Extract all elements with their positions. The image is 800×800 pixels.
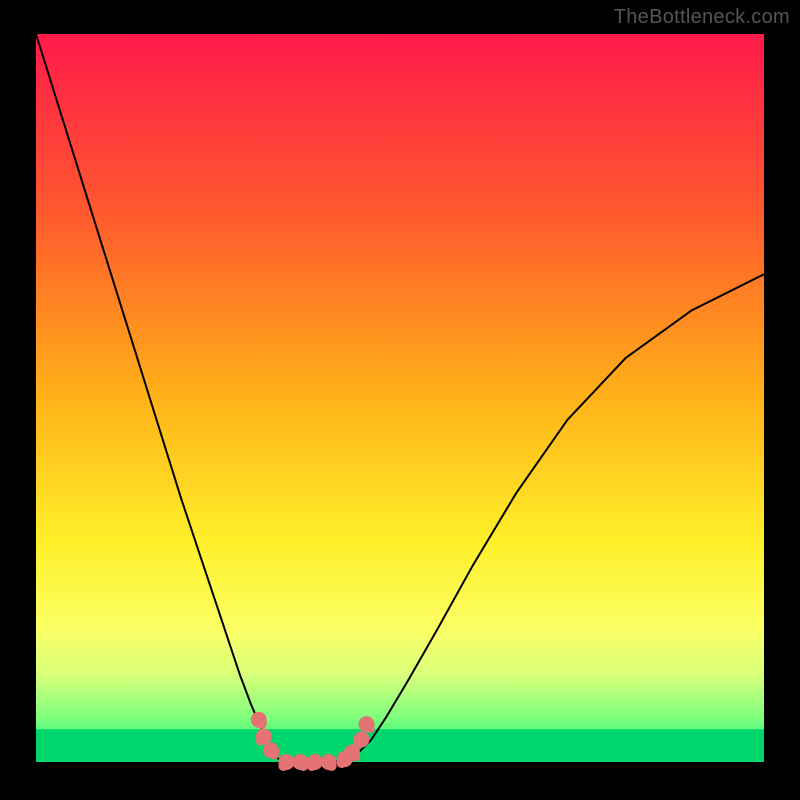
curve-marker-secondary (256, 736, 266, 746)
curve-marker-secondary (327, 761, 337, 771)
curve-marker-secondary (278, 761, 288, 771)
curve-marker-secondary (307, 761, 317, 771)
chart-frame: TheBottleneck.com (0, 0, 800, 800)
green-band (36, 729, 764, 762)
plot-background (36, 34, 764, 762)
curve-marker-secondary (269, 749, 279, 759)
curve-marker-secondary (353, 738, 363, 748)
chart-svg (0, 0, 800, 800)
watermark-text: TheBottleneck.com (614, 6, 790, 29)
curve-marker-secondary (350, 752, 360, 762)
curve-marker-secondary (257, 719, 267, 729)
curve-marker-secondary (337, 758, 347, 768)
curve-marker-secondary (298, 761, 308, 771)
curve-marker-secondary (365, 723, 375, 733)
